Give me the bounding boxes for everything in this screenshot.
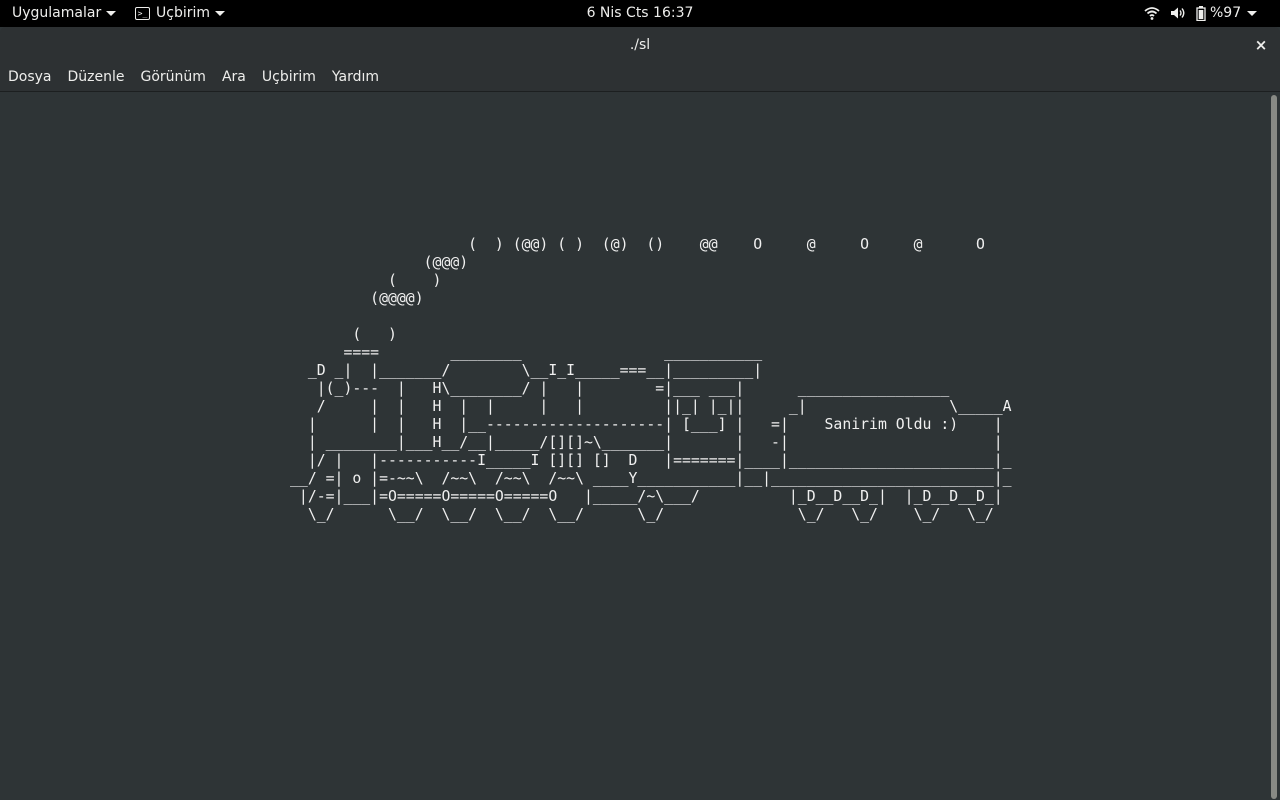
window-titlebar[interactable]: ./sl ×: [0, 27, 1280, 63]
menu-file[interactable]: Dosya: [0, 63, 60, 91]
apps-dropdown-icon: [106, 10, 117, 16]
terminal-icon: >_: [135, 6, 150, 20]
terminal-viewport[interactable]: ( ) (@@) ( ) (@) () @@ O @ O @ O (@@@) (…: [0, 92, 1280, 800]
battery-icon: [1196, 5, 1206, 21]
app-menu[interactable]: >_ Uçbirim: [135, 0, 226, 27]
terminal-output: ( ) (@@) ( ) (@) () @@ O @ O @ O (@@@) (…: [290, 236, 1012, 523]
menu-edit[interactable]: Düzenle: [60, 63, 133, 91]
menu-terminal[interactable]: Uçbirim: [254, 63, 324, 91]
app-menu-dropdown-icon: [215, 10, 226, 16]
battery-percentage: %97: [1210, 5, 1242, 21]
system-menu-dropdown-icon: [1247, 10, 1258, 16]
system-status-menu[interactable]: %97: [1144, 0, 1258, 27]
menu-search[interactable]: Ara: [214, 63, 254, 91]
app-menu-label: Uçbirim: [156, 5, 211, 21]
window-title: ./sl: [629, 37, 651, 53]
activities-apps-menu[interactable]: Uygulamalar: [12, 0, 117, 27]
scrollbar-thumb[interactable]: [1271, 95, 1277, 799]
wifi-icon: [1144, 7, 1160, 20]
menu-view[interactable]: Görünüm: [133, 63, 214, 91]
scrollbar[interactable]: [1268, 92, 1280, 800]
clock[interactable]: 6 Nis Cts 16:37: [587, 5, 694, 21]
menu-bar: Dosya Düzenle Görünüm Ara Uçbirim Yardım: [0, 63, 1280, 92]
apps-menu-label: Uygulamalar: [12, 5, 102, 21]
top-bar: Uygulamalar >_ Uçbirim 6 Nis Cts 16:37 %9…: [0, 0, 1280, 27]
volume-icon: [1171, 7, 1185, 19]
close-button[interactable]: ×: [1252, 36, 1270, 54]
menu-help[interactable]: Yardım: [324, 63, 387, 91]
